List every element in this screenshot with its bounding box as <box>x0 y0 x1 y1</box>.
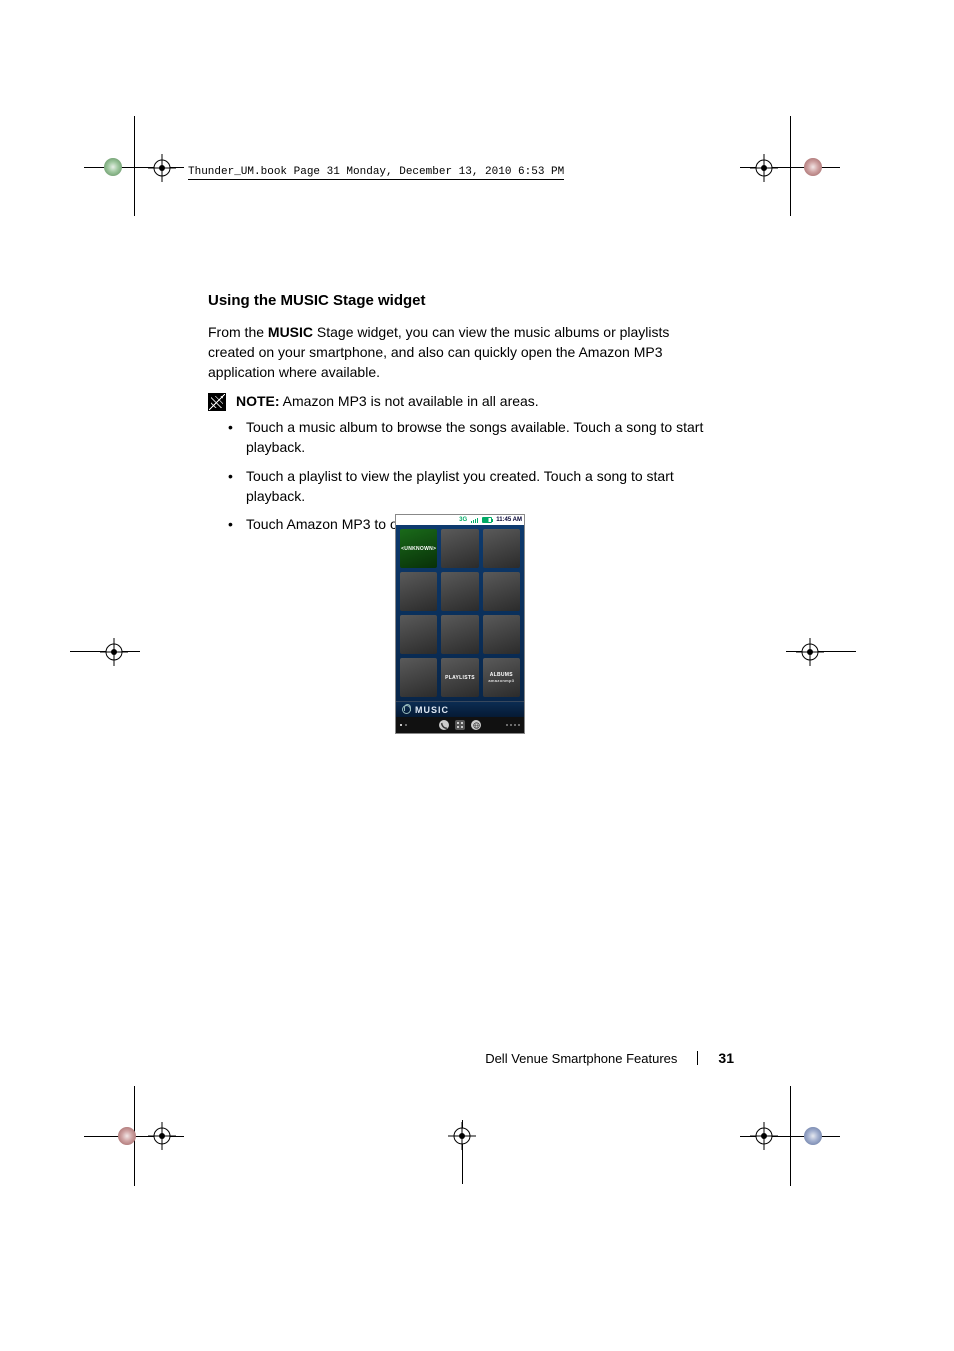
page-dot <box>514 724 516 726</box>
page-number: 31 <box>718 1050 734 1066</box>
battery-icon <box>482 517 492 523</box>
album-tile <box>400 658 437 697</box>
amazon-label: amazonmp3 <box>488 678 514 683</box>
album-tile <box>483 572 520 611</box>
crop-line <box>134 116 135 216</box>
dialer-icon <box>439 720 449 730</box>
album-tile <box>483 615 520 654</box>
album-tile <box>400 572 437 611</box>
album-tile: <UNKNOWN> <box>400 529 437 568</box>
registration-dot <box>104 158 122 176</box>
intro-bold: MUSIC <box>268 324 313 340</box>
note-body: Amazon MP3 is not available in all areas… <box>280 393 539 409</box>
intro-paragraph: From the MUSIC Stage widget, you can vie… <box>208 322 718 383</box>
crosshair-icon <box>148 154 176 182</box>
music-header-label: MUSIC <box>415 705 449 715</box>
phone-dock <box>396 717 524 733</box>
signal-icon <box>471 517 478 523</box>
albums-tile: ALBUMS amazonmp3 <box>483 658 520 697</box>
crosshair-icon <box>750 154 778 182</box>
running-header: Thunder_UM.book Page 31 Monday, December… <box>188 166 564 180</box>
crosshair-icon <box>796 638 824 666</box>
crop-line <box>790 116 791 216</box>
music-grid: <UNKNOWN> PLAYLISTS ALBUMS amazonmp3 <box>396 525 524 701</box>
browser-icon <box>471 720 481 730</box>
note-icon <box>208 393 226 411</box>
list-item: Touch a music album to browse the songs … <box>228 417 718 458</box>
crosshair-icon <box>750 1122 778 1150</box>
intro-pre: From the <box>208 324 268 340</box>
document-body: Using the MUSIC Stage widget From the MU… <box>208 290 718 542</box>
crosshair-icon <box>148 1122 176 1150</box>
note-callout: NOTE: Amazon MP3 is not available in all… <box>208 391 718 411</box>
footer-divider <box>697 1051 698 1065</box>
page-dot <box>506 724 508 726</box>
footer-section: Dell Venue Smartphone Features <box>485 1051 677 1066</box>
music-header-bar: MUSIC <box>396 701 524 717</box>
album-tile <box>441 615 478 654</box>
page-dot <box>510 724 512 726</box>
album-tile <box>441 529 478 568</box>
album-tile <box>400 615 437 654</box>
note-label: NOTE: <box>236 393 280 409</box>
status-time: 11:45 AM <box>496 517 522 523</box>
phone-figure: 3G 11:45 AM <UNKNOWN> PLAYLISTS ALBUMS a… <box>395 514 525 734</box>
page-dot <box>400 724 402 726</box>
page-dot <box>518 724 520 726</box>
phone-statusbar: 3G 11:45 AM <box>396 515 524 525</box>
crosshair-icon <box>100 638 128 666</box>
registration-dot <box>118 1127 136 1145</box>
album-tile <box>441 572 478 611</box>
playlists-tile: PLAYLISTS <box>441 658 478 697</box>
crosshair-icon <box>448 1122 476 1150</box>
registration-dot <box>804 158 822 176</box>
headphones-icon <box>402 705 411 714</box>
network-icon: 3G <box>459 517 467 523</box>
registration-dot <box>804 1127 822 1145</box>
page-footer: Dell Venue Smartphone Features 31 <box>208 1050 734 1066</box>
page-dot <box>405 724 407 726</box>
app-grid-icon <box>455 720 465 730</box>
section-heading: Using the MUSIC Stage widget <box>208 290 718 312</box>
note-text: NOTE: Amazon MP3 is not available in all… <box>236 391 539 411</box>
album-tile <box>483 529 520 568</box>
list-item: Touch a playlist to view the playlist yo… <box>228 466 718 507</box>
